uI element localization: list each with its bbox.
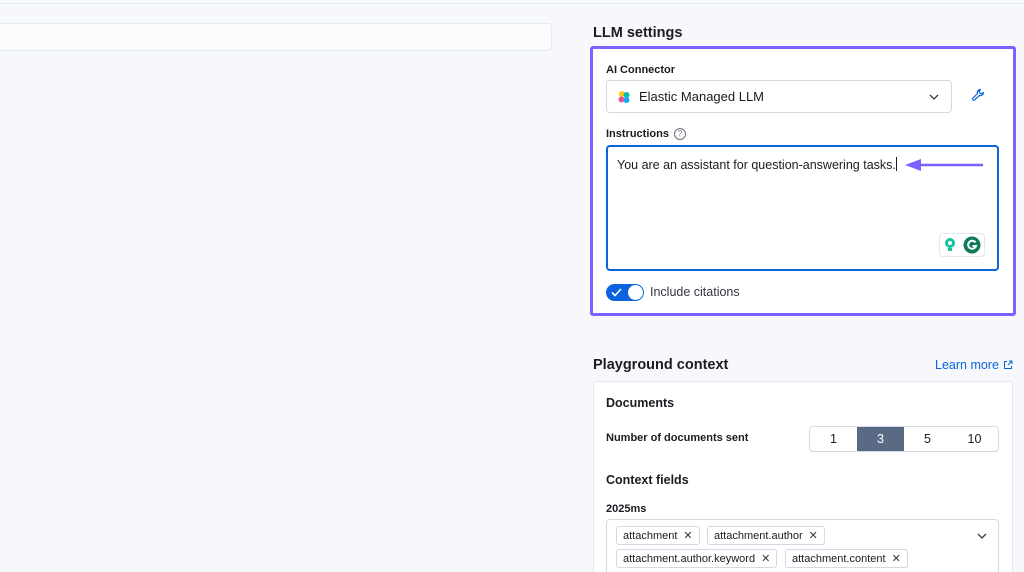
docs-option-3[interactable]: 3: [857, 427, 904, 451]
grammarly-widget[interactable]: [939, 233, 985, 257]
top-divider: [0, 3, 1024, 4]
field-chip-label: attachment.content: [792, 552, 886, 565]
close-icon[interactable]: ✕: [761, 552, 770, 565]
docs-option-1[interactable]: 1: [810, 427, 857, 451]
field-chip-label: attachment: [623, 529, 678, 542]
instructions-label: Instructions ?: [606, 128, 686, 140]
docs-option-10[interactable]: 10: [951, 427, 998, 451]
check-icon: [611, 288, 622, 297]
close-icon[interactable]: ✕: [683, 529, 692, 542]
close-icon[interactable]: ✕: [892, 552, 901, 565]
chevron-down-icon[interactable]: [975, 529, 989, 543]
left-input-field[interactable]: [0, 23, 552, 51]
grammarly-icon: [963, 236, 981, 254]
include-citations-label: Include citations: [650, 285, 740, 299]
toggle-knob: [628, 285, 643, 300]
ai-connector-label: AI Connector: [606, 64, 676, 76]
ai-connector-select[interactable]: Elastic Managed LLM: [606, 80, 952, 113]
lightbulb-icon: [945, 238, 955, 251]
documents-title: Documents: [606, 396, 675, 410]
docs-count-button-group: 1 3 5 10: [809, 426, 999, 452]
docs-option-5[interactable]: 5: [904, 427, 951, 451]
ai-connector-value: Elastic Managed LLM: [639, 89, 765, 104]
chevron-down-icon: [929, 94, 939, 100]
learn-more-text: Learn more: [935, 358, 999, 372]
close-icon[interactable]: ✕: [809, 529, 818, 542]
include-citations-toggle[interactable]: [606, 284, 644, 301]
instructions-label-text: Instructions: [606, 128, 669, 140]
field-chip: attachment.author ✕: [707, 526, 825, 545]
playground-context-title: Playground context: [593, 357, 729, 373]
field-chip: attachment ✕: [616, 526, 700, 545]
docs-sent-label: Number of documents sent: [606, 432, 749, 444]
arrow-left-icon: [905, 159, 983, 171]
field-chip-label: attachment.author.keyword: [623, 552, 756, 565]
index-name-label: 2025ms: [606, 503, 647, 515]
help-icon[interactable]: ?: [673, 128, 686, 140]
wrench-icon[interactable]: [970, 87, 986, 103]
text-caret: [895, 157, 897, 171]
field-chip: attachment.author.keyword ✕: [616, 549, 778, 568]
learn-more-link[interactable]: Learn more: [935, 358, 1013, 372]
instructions-text: You are an assistant for question-answer…: [617, 158, 896, 172]
field-chip: attachment.content ✕: [785, 549, 908, 568]
external-link-icon: [1003, 360, 1013, 369]
llm-settings-title: LLM settings: [593, 25, 683, 41]
context-fields-title: Context fields: [606, 473, 689, 487]
elastic-logo-icon: [618, 90, 630, 103]
field-chip-label: attachment.author: [714, 529, 803, 542]
